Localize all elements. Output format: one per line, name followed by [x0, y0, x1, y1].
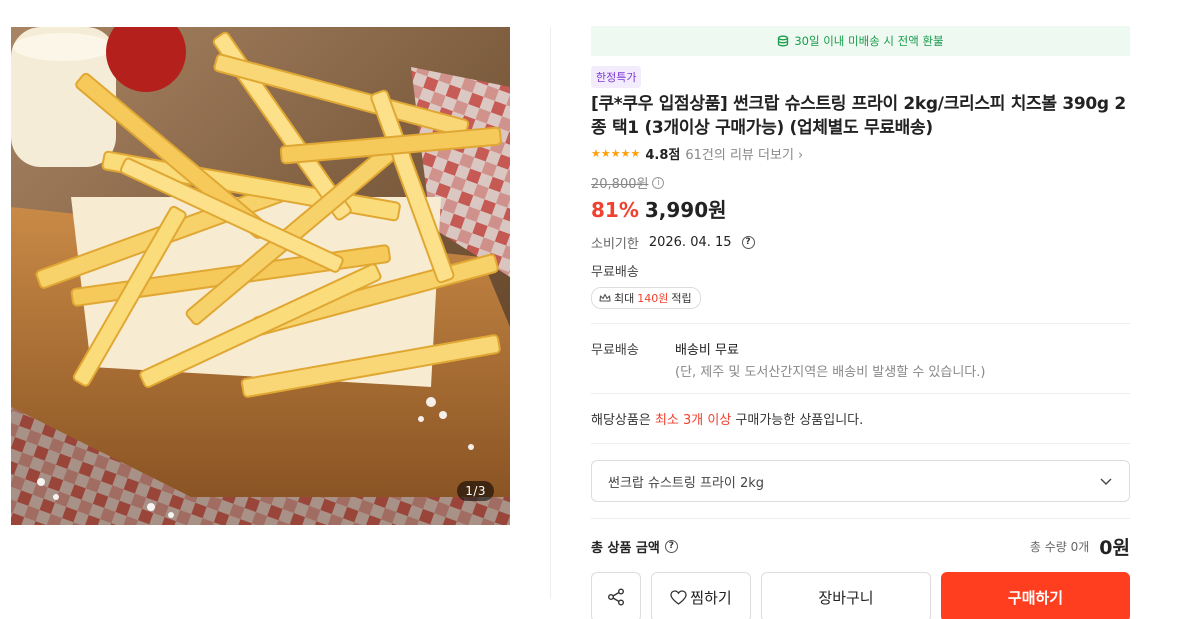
divider	[591, 443, 1130, 444]
star-icon: ★	[620, 147, 631, 160]
product-image[interactable]: 1/3	[11, 27, 510, 525]
crown-icon	[599, 293, 611, 302]
image-counter: 1/3	[457, 481, 494, 501]
share-icon	[608, 588, 624, 606]
product-info: 30일 이내 미배송 시 전액 환불 한정특가 [쿠*쿠우 입점상품] 썬크랍 …	[591, 26, 1130, 619]
original-price-row: 20,800원 i	[591, 173, 1130, 192]
help-icon[interactable]: ?	[664, 540, 678, 553]
add-to-cart-button[interactable]: 장바구니	[761, 572, 931, 619]
min-purchase-highlight: 최소 3개 이상	[654, 413, 732, 428]
refund-banner: 30일 이내 미배송 시 전액 환불	[591, 26, 1130, 56]
total-label: 총 상품 금액	[591, 541, 660, 556]
share-button[interactable]	[591, 572, 641, 619]
price-row: 81% 3,990원	[591, 194, 1130, 223]
column-divider	[550, 27, 551, 599]
star-icon: ★	[630, 147, 641, 160]
original-price: 20,800원	[591, 177, 649, 192]
total-values: 총 수량 0개 0원	[1030, 533, 1130, 560]
rating-stars: ★ ★ ★ ★ ★	[591, 148, 640, 159]
total-amount: 0원	[1099, 537, 1130, 559]
total-label-group: 총 상품 금액 ?	[591, 537, 678, 556]
expiry-row: 소비기한 2026. 04. 15 ?	[591, 233, 1130, 252]
expiry-date: 2026. 04. 15	[648, 235, 732, 250]
fries-photo	[11, 27, 510, 525]
points-amount: 140원	[637, 292, 669, 305]
buy-now-button[interactable]: 구매하기	[941, 572, 1130, 619]
rating-row: ★ ★ ★ ★ ★ 4.8점 61건의 리뷰 더보기 ›	[591, 144, 1130, 163]
star-icon: ★	[610, 147, 621, 160]
coin-stack-icon	[778, 35, 789, 47]
sale-price: 3,990원	[644, 198, 727, 222]
shipping-label: 무료배송	[591, 343, 639, 358]
help-icon[interactable]: ?	[741, 236, 755, 249]
wishlist-button[interactable]: 찜하기	[651, 572, 751, 619]
action-buttons: 찜하기 장바구니 구매하기	[591, 572, 1130, 619]
star-icon: ★	[600, 147, 611, 160]
info-icon[interactable]: i	[652, 176, 665, 189]
shipping-note: (단, 제주 및 도서산간지역은 배송비 발생할 수 있습니다.)	[675, 365, 986, 380]
star-icon: ★	[591, 147, 601, 160]
option-selected-value: 썬크랍 슈스트링 프라이 2kg	[608, 475, 765, 491]
total-row: 총 상품 금액 ? 총 수량 0개 0원	[591, 519, 1130, 560]
heart-icon	[670, 589, 687, 605]
chevron-down-icon	[1100, 478, 1112, 485]
free-shipping-label: 무료배송	[591, 265, 639, 280]
product-title: [쿠*쿠우 입점상품] 썬크랍 슈스트링 프라이 2kg/크리스피 치즈볼 39…	[591, 94, 1126, 138]
shipping-details: 배송비 무료 (단, 제주 및 도서산간지역은 배송비 발생할 수 있습니다.)	[675, 339, 985, 380]
option-select[interactable]: 썬크랍 슈스트링 프라이 2kg	[591, 460, 1130, 502]
refund-banner-text: 30일 이내 미배송 시 전액 환불	[794, 34, 944, 48]
rating-score: 4.8점	[645, 148, 681, 163]
reviews-link[interactable]: 61건의 리뷰 더보기 ›	[685, 144, 803, 163]
discount-rate: 81%	[591, 198, 639, 222]
points-suffix: 적립	[671, 292, 692, 305]
points-prefix: 최대	[614, 292, 635, 305]
points-badge: 최대 140원 적립	[591, 287, 701, 309]
total-quantity: 총 수량 0개	[1029, 540, 1090, 554]
wishlist-label: 찜하기	[690, 588, 732, 607]
limited-deal-badge: 한정특가	[591, 66, 642, 88]
shipping-fee: 배송비 무료	[675, 343, 739, 358]
min-purchase-notice: 해당상품은 최소 3개 이상 구매가능한 상품입니다.	[591, 413, 864, 428]
expiry-label: 소비기한	[591, 237, 639, 252]
shipping-section: 무료배송 배송비 무료 (단, 제주 및 도서산간지역은 배송비 발생할 수 있…	[591, 324, 1130, 393]
chevron-right-icon: ›	[798, 148, 804, 163]
